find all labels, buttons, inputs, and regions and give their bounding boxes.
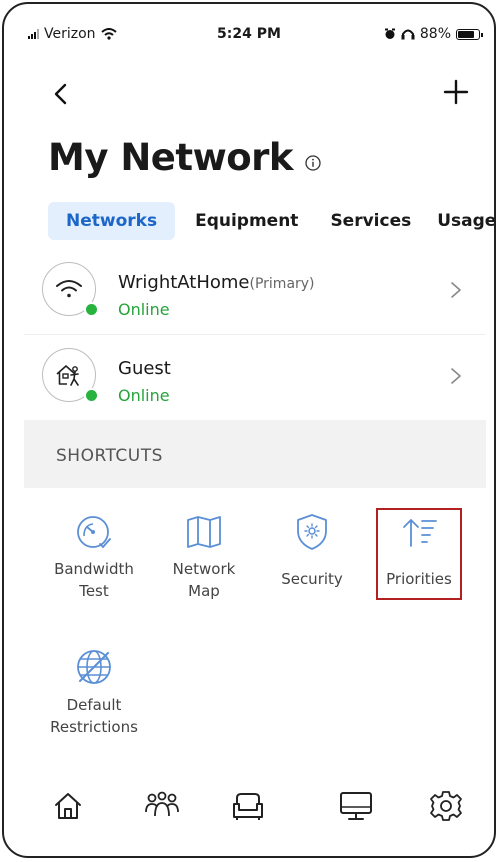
network-row-primary[interactable]: WrightAtHome(Primary) Online xyxy=(24,250,486,335)
shortcut-label: Bandwidth Test xyxy=(44,558,144,602)
battery-icon xyxy=(456,28,483,40)
shortcut-label-line2: Test xyxy=(79,582,109,600)
shortcut-label-line1: Bandwidth xyxy=(54,560,134,578)
shortcut-label: Network Map xyxy=(154,558,254,602)
shortcut-label: Default Restrictions xyxy=(44,694,144,738)
network-name-label: WrightAtHome xyxy=(118,272,250,293)
shortcuts-heading: SHORTCUTS xyxy=(56,446,163,466)
tab-equipment[interactable]: Equipment xyxy=(177,202,316,240)
shortcut-security[interactable]: Security xyxy=(262,512,362,590)
shortcut-label-line2: Map xyxy=(188,582,220,600)
alarm-icon xyxy=(384,28,395,39)
tab-usage[interactable]: Usage xyxy=(419,202,494,240)
shield-icon xyxy=(297,514,327,550)
home-icon xyxy=(55,793,81,819)
page-title-row: My Network xyxy=(48,136,321,179)
shortcut-network-map[interactable]: Network Map xyxy=(154,512,254,602)
shortcut-bandwidth-test[interactable]: Bandwidth Test xyxy=(44,512,144,602)
network-status: Online xyxy=(118,300,170,319)
nav-home[interactable] xyxy=(46,786,90,826)
network-name: WrightAtHome(Primary) xyxy=(118,272,315,293)
primary-tag: (Primary) xyxy=(249,276,315,292)
people-icon xyxy=(145,791,179,817)
shortcut-label-line1: Security xyxy=(281,570,343,588)
speedometer-icon xyxy=(77,516,111,549)
online-status-dot xyxy=(84,302,99,317)
chevron-right-icon xyxy=(451,368,461,384)
info-icon[interactable] xyxy=(305,154,321,171)
sofa-icon xyxy=(233,793,263,820)
tab-services[interactable]: Services xyxy=(312,202,429,240)
shortcut-label: Security xyxy=(262,568,362,590)
headphones-icon xyxy=(401,29,415,40)
globe-restricted-icon xyxy=(77,650,111,684)
status-bar: Verizon 5:24 PM 88% xyxy=(4,4,494,42)
nav-people[interactable] xyxy=(140,786,184,826)
back-chevron-icon[interactable] xyxy=(50,82,74,106)
network-name: Guest xyxy=(118,358,171,379)
shortcut-label-line1: Network xyxy=(172,560,236,578)
settings-icon xyxy=(430,791,462,821)
monitor-icon xyxy=(340,792,372,820)
chevron-right-icon xyxy=(451,282,461,298)
network-row-guest[interactable]: Guest Online xyxy=(24,336,486,420)
phone-frame: Verizon 5:24 PM 88% My Network Networks … xyxy=(2,2,496,858)
shortcuts-header: SHORTCUTS xyxy=(24,420,486,488)
nav-monitor[interactable] xyxy=(334,786,378,826)
bottom-nav xyxy=(4,776,494,832)
map-icon xyxy=(187,516,221,548)
nav-settings[interactable] xyxy=(424,786,468,826)
network-name-label: Guest xyxy=(118,358,171,379)
shortcut-label-line1: Default xyxy=(66,696,122,714)
status-right: 88% xyxy=(384,26,483,42)
nav-sofa[interactable] xyxy=(226,786,270,826)
battery-percent: 88% xyxy=(419,26,451,42)
priorities-highlight-box xyxy=(376,508,462,600)
add-plus-icon[interactable] xyxy=(442,78,470,106)
tab-bar: Networks Equipment Services Usage xyxy=(48,200,494,242)
online-status-dot xyxy=(84,388,99,403)
page-title: My Network xyxy=(48,136,294,179)
shortcut-label-line2: Restrictions xyxy=(50,718,138,736)
network-status: Online xyxy=(118,386,170,405)
tab-networks[interactable]: Networks xyxy=(48,202,176,240)
shortcut-default-restrictions[interactable]: Default Restrictions xyxy=(44,646,144,738)
